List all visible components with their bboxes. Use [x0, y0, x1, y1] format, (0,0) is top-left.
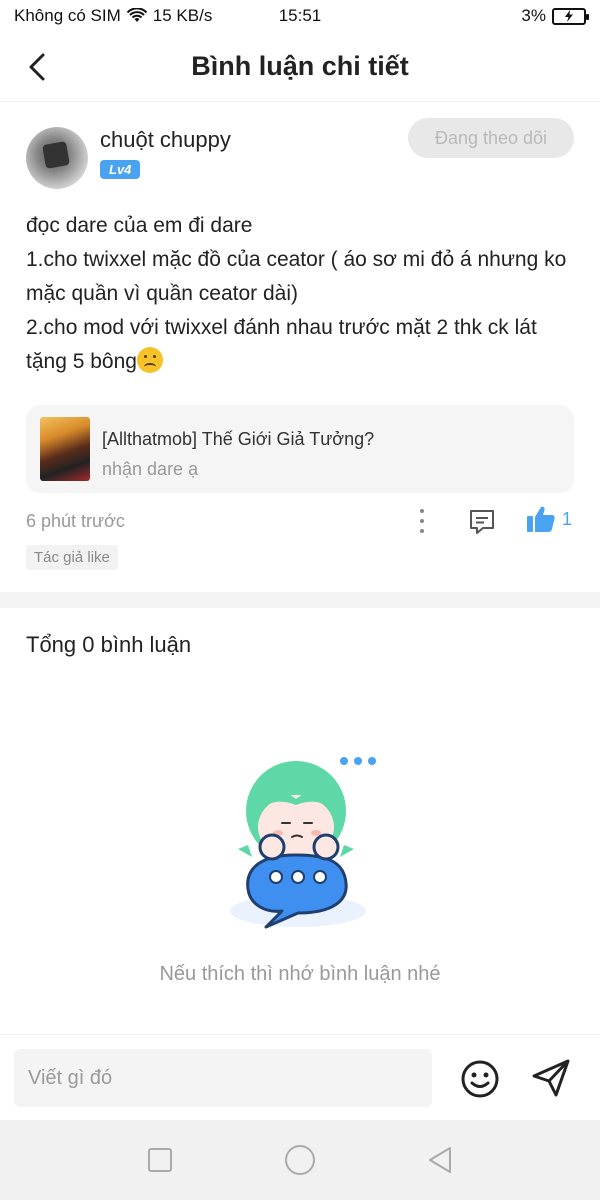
level-badge: Lv4 — [100, 160, 141, 179]
carrier-text: Không có SIM — [14, 6, 121, 25]
network-speed: 15 KB/s — [152, 6, 213, 25]
home-button[interactable] — [280, 1140, 320, 1180]
post-meta-row: 6 phút trước 1 Tác giả like — [0, 501, 600, 570]
linked-story-card[interactable]: [Allthatmob] Thế Giới Giả Tưởng? nhận da… — [26, 405, 574, 493]
like-count: 1 — [562, 508, 573, 529]
story-thumbnail — [40, 417, 90, 481]
page-title: Bình luận chi tiết — [191, 51, 409, 81]
status-left: Không có SIM 15 KB/s — [14, 6, 521, 26]
system-back-button[interactable] — [420, 1140, 460, 1180]
post-timestamp: 6 phút trước — [26, 511, 125, 531]
more-options-icon[interactable] — [412, 507, 432, 535]
wifi-icon — [126, 8, 147, 22]
send-icon[interactable] — [530, 1057, 572, 1099]
author-row: chuột chuppy Lv4 Đang theo dõi — [0, 103, 600, 201]
empty-state-mascot-illustration — [230, 757, 376, 929]
thumbs-up-icon — [527, 506, 555, 532]
post-text-line: đọc dare của em đi dare — [26, 214, 253, 237]
empty-comments-message: Nếu thích thì nhớ bình luận nhé — [159, 963, 441, 985]
avatar[interactable] — [26, 127, 88, 189]
author-like-badge: Tác giả like — [26, 545, 118, 570]
status-bar: Không có SIM 15 KB/s 15:51 3% — [0, 0, 600, 32]
top-bar: Bình luận chi tiết — [0, 32, 600, 102]
section-divider — [0, 592, 600, 608]
triangle-back-icon — [429, 1147, 451, 1173]
system-navigation-bar — [0, 1120, 600, 1200]
battery-percent: 3% — [521, 6, 546, 25]
comment-input-bar — [0, 1034, 600, 1120]
chevron-left-icon — [29, 53, 45, 81]
status-right: 3% — [521, 6, 589, 26]
recent-apps-button[interactable] — [140, 1140, 180, 1180]
story-subtitle: nhận dare ạ — [102, 459, 199, 479]
post-text-line: 1.cho twixxel mặc đồ của ceator ( áo sơ … — [26, 248, 573, 305]
post-body: đọc dare của em đi dare 1.cho twixxel mặ… — [0, 201, 600, 379]
emoji-button-icon[interactable] — [460, 1059, 500, 1099]
comment-icon[interactable] — [467, 507, 497, 537]
follow-button[interactable]: Đang theo dõi — [408, 118, 574, 158]
story-title: [Allthatmob] Thế Giới Giả Tưởng? — [102, 429, 375, 449]
comment-input[interactable] — [14, 1049, 432, 1107]
circle-icon — [285, 1145, 315, 1175]
post-text-fragment: 2.cho mod với twixxel đánh nhau trước mặ… — [26, 316, 543, 373]
total-comments-label: Tổng 0 bình luận — [26, 632, 192, 657]
post-text-line: 2.cho mod với twixxel đánh nhau trước mặ… — [26, 311, 574, 379]
battery-icon — [552, 7, 589, 25]
like-button[interactable]: 1 — [526, 505, 572, 533]
frowning-face-icon — [136, 347, 163, 373]
author-name[interactable]: chuột chuppy — [100, 127, 231, 153]
square-icon — [148, 1148, 172, 1172]
post-detail: chuột chuppy Lv4 Đang theo dõi đọc dare … — [0, 103, 600, 570]
back-button[interactable] — [20, 50, 54, 84]
